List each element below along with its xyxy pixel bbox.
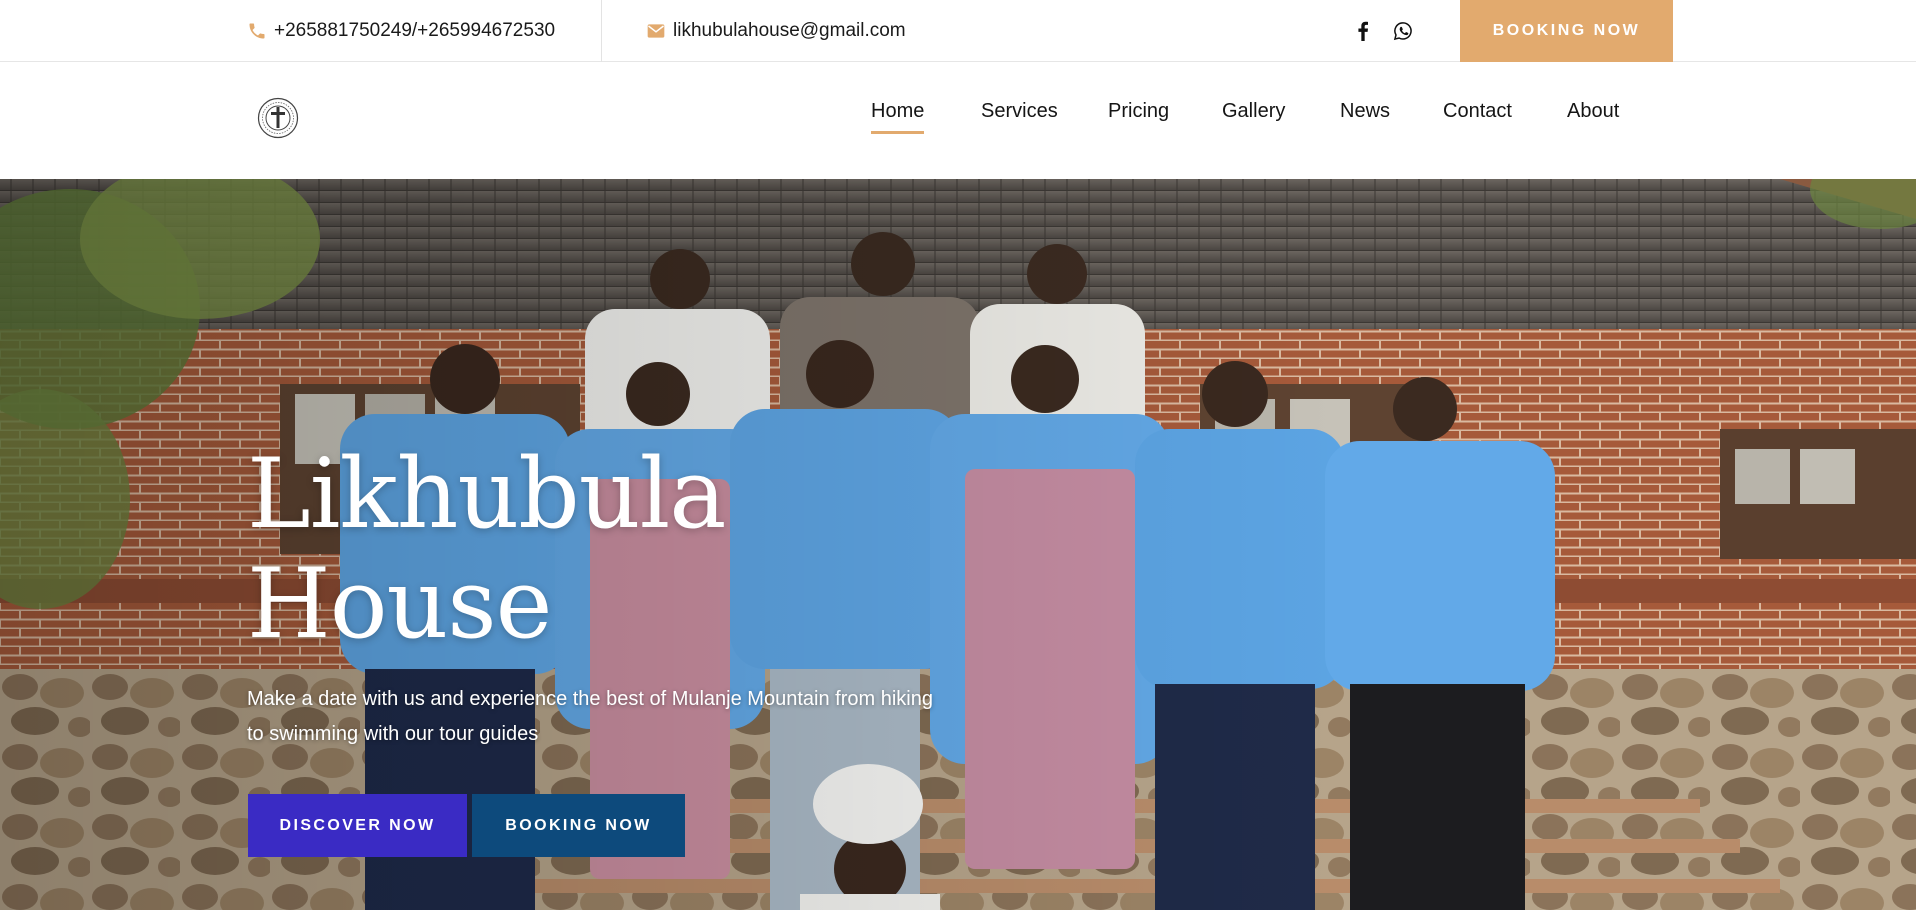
email-contact[interactable]: likhubulahouse@gmail.com [646,0,906,62]
nav-item-news[interactable]: News [1340,100,1390,123]
hero-title-line-1: Likhubula [247,438,726,550]
envelope-icon [646,21,666,41]
social-links [1352,0,1414,62]
topbar-divider [601,0,602,62]
hero-title: Likhubula House [247,439,947,659]
email-address: likhubulahouse@gmail.com [673,20,906,41]
phone-contact[interactable]: +265881750249/+265994672530 [247,0,555,62]
cross-seal-logo[interactable] [257,97,299,139]
hero-title-line-2: House [247,548,552,660]
facebook-icon[interactable] [1352,20,1374,42]
nav-item-services[interactable]: Services [981,100,1058,123]
discover-now-button[interactable]: DISCOVER NOW [248,794,467,857]
hero-section: Likhubula House Make a date with us and … [0,179,1916,910]
main-navbar: Home Services Pricing Gallery News Conta… [0,62,1916,179]
nav-item-home[interactable]: Home [871,100,925,134]
booking-now-hero-button[interactable]: BOOKING NOW [472,794,685,857]
nav-item-contact[interactable]: Contact [1443,100,1512,123]
booking-now-top-button[interactable]: BOOKING NOW [1460,0,1673,62]
nav-item-pricing[interactable]: Pricing [1108,100,1169,123]
nav-item-about[interactable]: About [1567,100,1619,123]
phone-icon [247,21,267,41]
top-info-bar: +265881750249/+265994672530 likhubulahou… [0,0,1916,62]
nav-item-gallery[interactable]: Gallery [1222,100,1285,123]
phone-number: +265881750249/+265994672530 [274,20,556,41]
whatsapp-icon[interactable] [1392,20,1414,42]
hero-subtitle: Make a date with us and experience the b… [247,688,933,745]
